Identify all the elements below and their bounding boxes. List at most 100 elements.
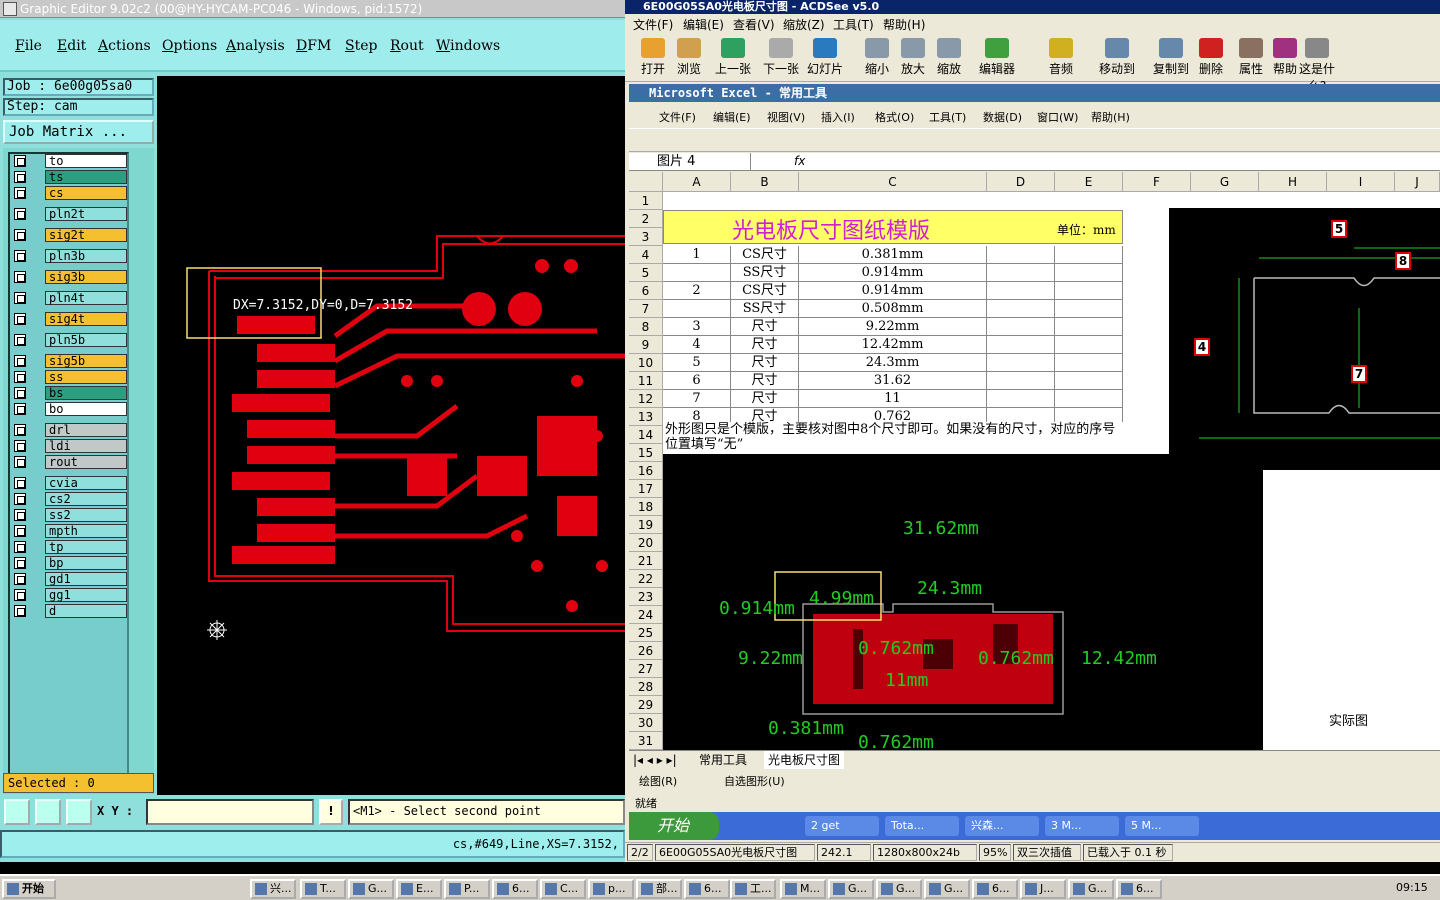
table-cell[interactable]: 3	[663, 318, 731, 336]
layer-checkbox[interactable]	[14, 493, 26, 505]
table-cell[interactable]: SS尺寸	[731, 300, 799, 318]
table-cell[interactable]: 尺寸	[731, 336, 799, 354]
table-cell[interactable]	[987, 282, 1055, 300]
table-cell[interactable]: SS尺寸	[731, 264, 799, 282]
table-cell[interactable]	[1055, 300, 1123, 318]
col-header-c[interactable]: C	[799, 172, 987, 192]
col-header-g[interactable]: G	[1191, 172, 1259, 192]
spreadsheet-grid[interactable]: A B C D E F G H I J 1 2 3 4 5 6 7 8 9 10 11 12 13 14 1…	[629, 172, 1440, 750]
excel-menu-item[interactable]: 视图(V)	[767, 109, 805, 125]
inner-task-button[interactable]: 3 M...	[1045, 816, 1119, 836]
col-header-a[interactable]: A	[663, 172, 731, 192]
row-header[interactable]: 3	[629, 228, 663, 246]
autoshape-menu[interactable]: 自选图形(U)	[724, 770, 785, 794]
row-header[interactable]: 23	[629, 588, 663, 606]
layer-checkbox[interactable]	[14, 424, 26, 436]
row-header[interactable]: 10	[629, 354, 663, 372]
col-header-d[interactable]: D	[987, 172, 1055, 192]
layer-checkbox[interactable]	[14, 477, 26, 489]
table-cell[interactable]: 0.914mm	[799, 264, 987, 282]
row-header[interactable]: 30	[629, 714, 663, 732]
table-cell[interactable]: 9.22mm	[799, 318, 987, 336]
taskbar-button[interactable]: 工...	[730, 879, 776, 899]
col-header-j[interactable]: J	[1395, 172, 1440, 192]
layer-checkbox[interactable]	[14, 525, 26, 537]
toolbar-button[interactable]: 下一张	[761, 38, 801, 77]
layer-row[interactable]: mpth	[12, 524, 128, 538]
outline-picture[interactable]: 5 8 4 7	[1169, 208, 1440, 470]
table-cell[interactable]: 12.42mm	[799, 336, 987, 354]
layer-checkbox[interactable]	[14, 573, 26, 585]
layer-checkbox[interactable]	[14, 387, 26, 399]
menu-actions[interactable]: Actions	[98, 38, 151, 54]
excel-menu-item[interactable]: 格式(O)	[875, 109, 914, 125]
taskbar-button[interactable]: 兴...	[250, 879, 296, 899]
layer-checkbox[interactable]	[14, 541, 26, 553]
inner-task-button[interactable]: Tota...	[885, 816, 959, 836]
row-header[interactable]: 4	[629, 246, 663, 264]
name-box[interactable]: 图片 4	[629, 153, 751, 171]
tab-common-tools[interactable]: 常用工具	[699, 751, 747, 769]
table-cell[interactable]	[987, 390, 1055, 408]
table-cell[interactable]	[987, 300, 1055, 318]
toolbar-button[interactable]: 打开	[633, 38, 673, 77]
layer-row[interactable]: sig2t	[12, 228, 128, 242]
acd-menu-zoom[interactable]: 缩放(Z)	[783, 16, 825, 33]
layer-checkbox[interactable]	[14, 334, 26, 346]
toolbar-button[interactable]: 幻灯片	[805, 38, 845, 77]
row-header[interactable]: 20	[629, 534, 663, 552]
layer-row[interactable]: pln5b	[12, 333, 128, 347]
acd-menu-help[interactable]: 帮助(H)	[883, 16, 925, 33]
excel-menu-item[interactable]: 插入(I)	[821, 109, 855, 125]
layer-checkbox[interactable]	[14, 371, 26, 383]
layer-row[interactable]: sig3b	[12, 270, 128, 284]
toolbar-button[interactable]: 放大	[893, 38, 933, 77]
actual-board-picture[interactable]: 31.62mm 24.3mm 4.99mm 0.914mm 9.22mm 12.…	[663, 454, 1263, 750]
layer-checkbox[interactable]	[14, 292, 26, 304]
table-cell[interactable]	[1055, 264, 1123, 282]
layer-row[interactable]: pln3b	[12, 249, 128, 263]
toolbar-button[interactable]: 移动到	[1097, 38, 1137, 77]
taskbar-button[interactable]: 6...	[972, 879, 1018, 899]
toolbar-button[interactable]: 浏览	[669, 38, 709, 77]
toolbar-button[interactable]: 上一张	[713, 38, 753, 77]
toolbar-button[interactable]: 复制到	[1151, 38, 1191, 77]
table-cell[interactable]	[987, 336, 1055, 354]
taskbar-button[interactable]: P...	[444, 879, 490, 899]
layer-checkbox[interactable]	[14, 271, 26, 283]
excel-menu-item[interactable]: 帮助(H)	[1091, 109, 1130, 125]
table-cell[interactable]: 1	[663, 246, 731, 264]
layer-checkbox[interactable]	[14, 155, 26, 167]
table-cell[interactable]: 24.3mm	[799, 354, 987, 372]
col-header-b[interactable]: B	[731, 172, 799, 192]
row-header[interactable]: 2	[629, 210, 663, 228]
row-header[interactable]: 18	[629, 498, 663, 516]
row-header[interactable]: 9	[629, 336, 663, 354]
layer-row[interactable]: sig5b	[12, 354, 128, 368]
col-header-f[interactable]: F	[1123, 172, 1191, 192]
layer-checkbox[interactable]	[14, 440, 26, 452]
toolbar-button[interactable]: 缩小	[857, 38, 897, 77]
layer-row[interactable]: ts	[12, 170, 128, 184]
table-cell[interactable]: 7	[663, 390, 731, 408]
col-header-e[interactable]: E	[1055, 172, 1123, 192]
taskbar-button[interactable]: 部...	[636, 879, 682, 899]
taskbar-button[interactable]: p...	[588, 879, 634, 899]
table-cell[interactable]	[1055, 336, 1123, 354]
table-cell[interactable]: 尺寸	[731, 354, 799, 372]
layer-checkbox[interactable]	[14, 589, 26, 601]
tab-nav-icon[interactable]: |◂ ◂ ▸ ▸|	[633, 751, 677, 769]
table-cell[interactable]	[1055, 390, 1123, 408]
inner-task-button[interactable]: 5 M...	[1125, 816, 1199, 836]
row-header[interactable]: 28	[629, 678, 663, 696]
row-header[interactable]: 21	[629, 552, 663, 570]
taskbar-button[interactable]: G...	[348, 879, 394, 899]
layer-row[interactable]: cs2	[12, 492, 128, 506]
taskbar-button[interactable]: M...	[780, 879, 826, 899]
row-header[interactable]: 25	[629, 624, 663, 642]
row-header[interactable]: 1	[629, 192, 663, 210]
draw-menu[interactable]: 绘图(R)	[639, 770, 677, 794]
table-cell[interactable]	[1055, 354, 1123, 372]
layer-checkbox[interactable]	[14, 250, 26, 262]
layer-row[interactable]: tp	[12, 540, 128, 554]
